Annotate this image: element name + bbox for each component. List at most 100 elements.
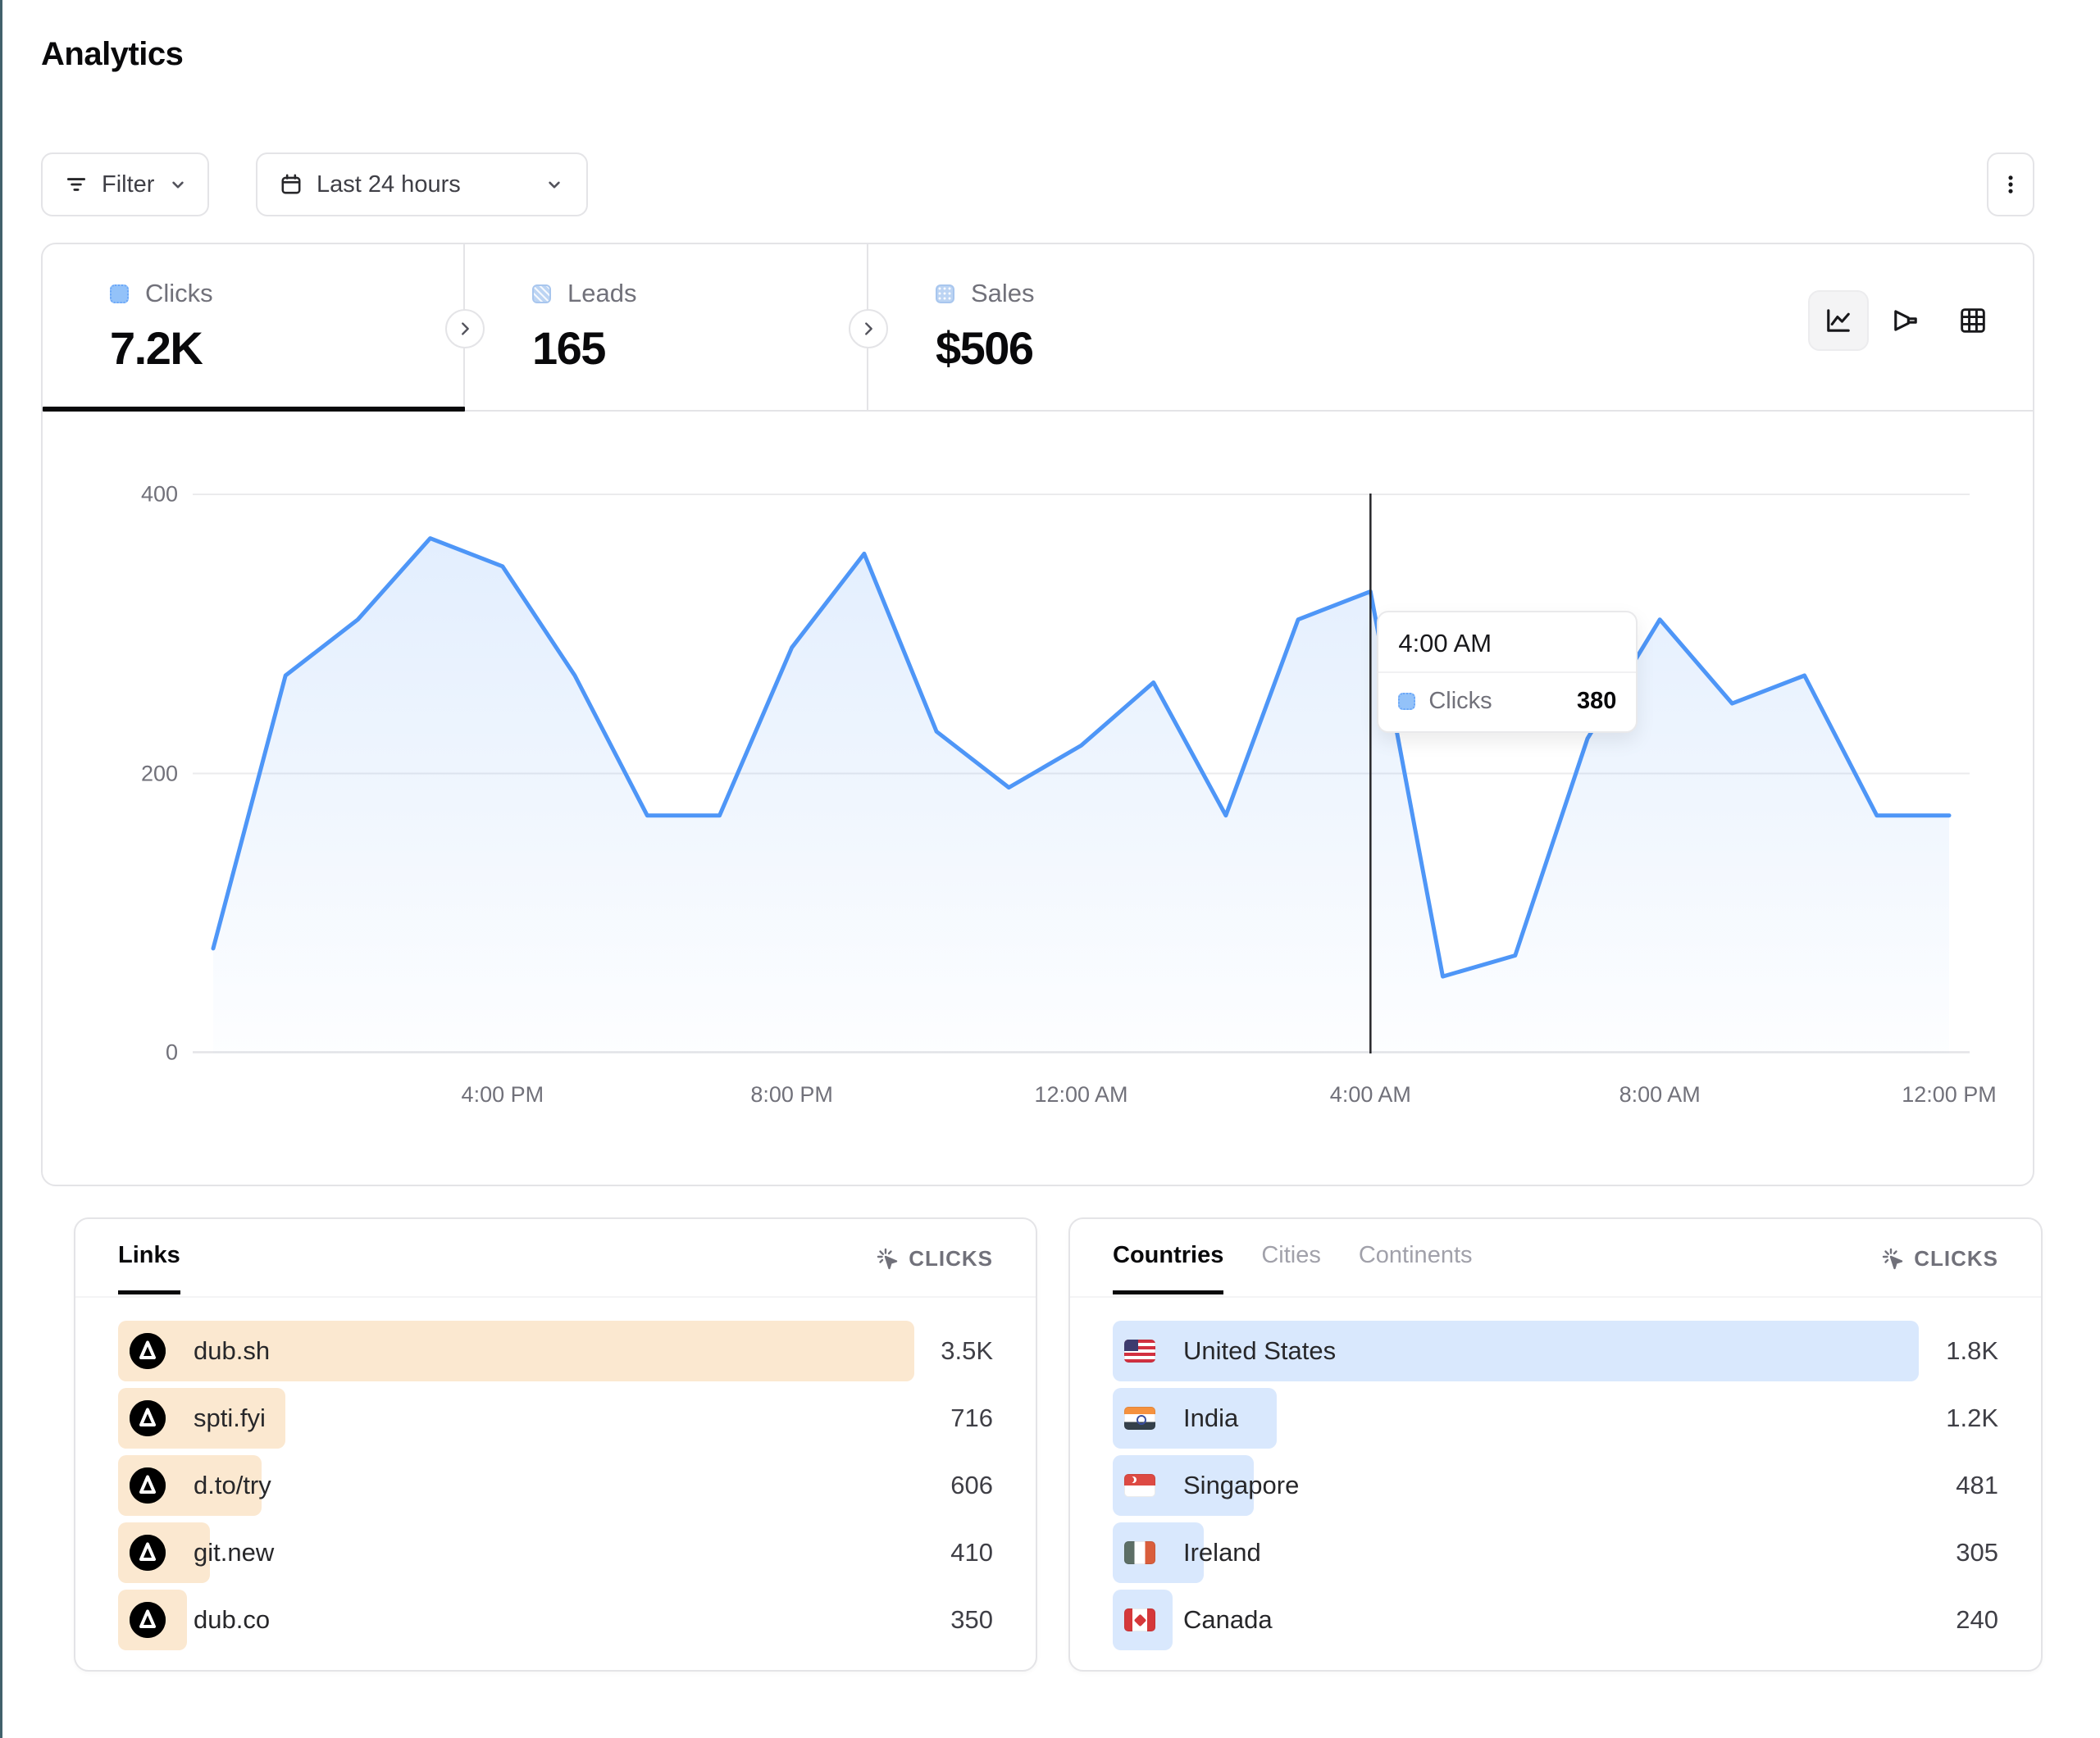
funnel-icon (1889, 304, 1922, 337)
stat-label: Sales (971, 279, 1035, 308)
link-row[interactable]: dub.sh 3.5K (118, 1321, 993, 1381)
country-row[interactable]: India 1.2K (1113, 1388, 1998, 1449)
row-value: 1.2K (1946, 1388, 1998, 1449)
filter-button[interactable]: Filter (41, 152, 209, 216)
row-value: 350 (950, 1590, 993, 1650)
country-row[interactable]: Canada 240 (1113, 1590, 1998, 1650)
row-label: Canada (1183, 1605, 1273, 1635)
country-row[interactable]: Singapore 481 (1113, 1455, 1998, 1516)
funnel-view-button[interactable] (1875, 290, 1936, 351)
line-chart-icon (1822, 304, 1855, 337)
row-label: dub.co (194, 1605, 270, 1635)
links-metric-toggle[interactable]: CLICKS (874, 1242, 993, 1272)
line-chart-view-button[interactable] (1808, 290, 1869, 351)
dub-logo-icon (130, 1400, 166, 1436)
chevron-down-icon (167, 174, 189, 195)
dub-logo-icon (130, 1467, 166, 1504)
leads-legend-icon (532, 284, 551, 303)
expand-clicks-chevron-button[interactable] (445, 309, 485, 348)
links-panel: Links CLICKS dub.sh3.5Kspti.fyi716d.to/t… (74, 1217, 1037, 1672)
x-axis-tick: 12:00 PM (1867, 1082, 2031, 1108)
y-axis-tick: 0 (92, 1040, 178, 1065)
dub-logo-icon (130, 1333, 166, 1369)
dub-logo-icon (130, 1602, 166, 1638)
tooltip-time: 4:00 AM (1378, 612, 1636, 673)
calendar-icon (279, 172, 303, 197)
tab-clicks[interactable]: Clicks 7.2K (43, 244, 465, 410)
ca-flag-icon (1124, 1608, 1155, 1631)
row-value: 240 (1956, 1590, 1998, 1650)
leads-value: 165 (532, 321, 867, 375)
link-row[interactable]: dub.co 350 (118, 1590, 993, 1650)
link-row[interactable]: spti.fyi716 (118, 1388, 993, 1449)
filter-button-label: Filter (102, 171, 154, 198)
row-label: dub.sh (194, 1336, 270, 1366)
x-axis-tick: 8:00 AM (1578, 1082, 1742, 1108)
row-label: United States (1183, 1336, 1336, 1366)
us-flag-icon (1124, 1340, 1155, 1363)
tab-countries[interactable]: Countries (1113, 1242, 1223, 1294)
active-tab-underline (43, 407, 465, 412)
row-value: 481 (1956, 1455, 1998, 1516)
dub-logo-icon (130, 1333, 166, 1369)
expand-leads-chevron-button[interactable] (849, 309, 888, 348)
tooltip-series-label: Clicks (1428, 688, 1492, 715)
window-edge-strip (0, 0, 2, 1738)
row-value: 410 (950, 1522, 993, 1583)
kebab-menu-icon (1999, 173, 2022, 196)
chevron-right-icon (866, 324, 871, 334)
link-row[interactable]: git.new410 (118, 1522, 993, 1583)
row-label: Singapore (1183, 1471, 1299, 1500)
y-axis-tick: 200 (92, 761, 178, 786)
sg-flag-icon (1124, 1474, 1155, 1497)
tab-links[interactable]: Links (118, 1242, 180, 1294)
dub-logo-icon (130, 1535, 166, 1571)
x-axis-tick: 12:00 AM (1000, 1082, 1164, 1108)
dub-logo-icon (130, 1400, 166, 1436)
sales-value: $506 (936, 321, 1272, 375)
country-row[interactable]: Ireland305 (1113, 1522, 1998, 1583)
x-axis-tick: 4:00 PM (421, 1082, 585, 1108)
row-label: India (1183, 1404, 1238, 1433)
clicks-area-chart[interactable] (193, 494, 1970, 1053)
area-fill (213, 539, 1949, 1053)
row-label: d.to/try (194, 1471, 271, 1500)
row-value: 716 (950, 1388, 993, 1449)
row-value: 606 (950, 1455, 993, 1516)
link-row[interactable]: d.to/try 606 (118, 1455, 993, 1516)
dub-logo-icon (130, 1535, 166, 1571)
cursor-click-icon (1879, 1245, 1906, 1272)
table-grid-icon (1957, 304, 1989, 337)
dub-logo-icon (130, 1602, 166, 1638)
tab-cities[interactable]: Cities (1261, 1242, 1321, 1294)
countries-panel: Countries Cities Continents CLICKS Unite… (1068, 1217, 2043, 1672)
cursor-click-icon (874, 1245, 900, 1272)
countries-metric-toggle[interactable]: CLICKS (1879, 1242, 1998, 1272)
row-value: 1.8K (1946, 1321, 1998, 1381)
country-row[interactable]: United States 1.8K (1113, 1321, 1998, 1381)
filter-icon (64, 172, 89, 197)
stat-label: Clicks (145, 279, 213, 308)
chart-type-switcher (1808, 290, 2003, 351)
tab-sales[interactable]: Sales $506 (868, 244, 1272, 410)
in-flag-icon (1124, 1407, 1155, 1430)
more-options-button[interactable] (1987, 152, 2034, 216)
analytics-card: Clicks 7.2K Leads 165 Sales $506 (41, 243, 2034, 1186)
dub-logo-icon (130, 1467, 166, 1504)
page-title: Analytics (41, 36, 183, 73)
x-axis-tick: 8:00 PM (710, 1082, 874, 1108)
table-view-button[interactable] (1943, 290, 2003, 351)
tab-leads[interactable]: Leads 165 (465, 244, 868, 410)
row-value: 305 (1956, 1522, 1998, 1583)
clicks-legend-icon (1398, 693, 1415, 710)
chart-tooltip: 4:00 AM Clicks 380 (1377, 611, 1638, 733)
chevron-right-icon (462, 324, 467, 334)
row-value: 3.5K (941, 1321, 993, 1381)
date-range-button[interactable]: Last 24 hours (256, 152, 588, 216)
tab-continents[interactable]: Continents (1359, 1242, 1473, 1294)
metric-label: CLICKS (1914, 1246, 1998, 1272)
ie-flag-icon (1124, 1541, 1155, 1564)
clicks-value: 7.2K (110, 321, 463, 375)
sales-legend-icon (936, 284, 954, 303)
tooltip-value: 380 (1577, 688, 1616, 715)
